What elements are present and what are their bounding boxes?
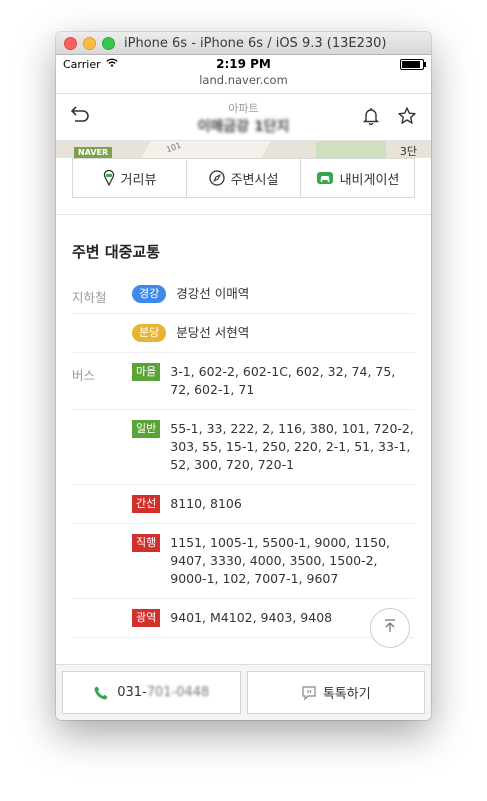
chat-icon [301,685,317,701]
bus-type-badge: 직행 [132,534,161,552]
transit-row-subway-1: 지하철 경강 경강선 이매역 [72,275,415,314]
phone-number-hidden: 701-0448 [146,685,210,700]
street-view-button[interactable]: 거리뷰 [73,159,187,197]
station-name: 경강선 이매역 [176,286,250,301]
line-badge: 경강 [132,285,167,303]
talk-button[interactable]: 톡톡하기 [246,671,425,714]
navigation-button[interactable]: 내비게이션 [301,159,414,197]
bus-routes: 8110, 8106 [170,496,242,511]
compass-icon [208,170,225,186]
transit-row-bus-2: 일반 55-1, 33, 222, 2, 116, 380, 101, 720-… [72,410,415,485]
section-divider [56,198,431,215]
minimize-window-button[interactable] [83,37,96,50]
app-header: 아파트 이매금강 1단지 [56,94,431,141]
simulator-window: iPhone 6s - iPhone 6s / iOS 9.3 (13E230)… [56,32,431,720]
bus-routes: 55-1, 33, 222, 2, 116, 380, 101, 720-2, … [170,421,414,472]
transit-row-subway-2: 분당 분당선 서현역 [72,314,415,353]
transit-list: 지하철 경강 경강선 이매역 분당 분당선 서현역 버스 마을 3-1, 602… [72,275,415,638]
street-view-icon [103,170,115,186]
line-badge: 분당 [132,324,167,342]
map-floor-label: 3단 [399,145,417,158]
battery-icon [400,59,426,70]
ios-status-bar: Carrier 2:19 PM [56,55,431,73]
bus-type-badge: 광역 [132,609,161,627]
window-titlebar: iPhone 6s - iPhone 6s / iOS 9.3 (13E230) [56,32,431,55]
status-time: 2:19 PM [216,57,271,71]
street-view-label: 거리뷰 [120,172,157,188]
bus-type-badge: 일반 [132,420,161,438]
bus-routes: 3-1, 602-2, 602-1C, 602, 32, 74, 75, 72,… [170,364,396,397]
transit-row-bus-4: 직행 1151, 1005-1, 5500-1, 9000, 1150, 940… [72,524,415,599]
bottom-action-bar: 031- 701-0448 톡톡하기 [56,664,431,720]
map-logo: NAVER [74,147,113,158]
bell-icon[interactable] [361,106,381,126]
subway-label: 지하철 [72,290,107,305]
section-title: 주변 대중교통 [72,243,161,261]
star-icon[interactable] [397,106,417,126]
nearby-facilities-button[interactable]: 주변시설 [187,159,301,197]
map-strip[interactable]: NAVER 101 3단 [56,141,431,158]
zoom-window-button[interactable] [102,37,115,50]
bus-type-badge: 간선 [132,495,161,513]
bus-routes: 1151, 1005-1, 5500-1, 9000, 1150, 9407, … [170,535,390,586]
arrow-up-icon [382,618,398,638]
station-name: 분당선 서현역 [176,325,250,340]
talk-label: 톡톡하기 [322,687,371,702]
window-title: iPhone 6s - iPhone 6s / iOS 9.3 (13E230) [124,36,387,51]
transit-row-bus-5: 광역 9401, M4102, 9403, 9408 [72,599,415,638]
close-window-button[interactable] [64,37,77,50]
bus-label: 버스 [72,368,96,383]
url-bar[interactable]: land.naver.com [56,73,431,94]
bus-routes: 9401, M4102, 9403, 9408 [170,610,333,625]
scroll-to-top-button[interactable] [370,608,410,648]
call-button[interactable]: 031- 701-0448 [62,671,241,714]
bus-type-badge: 마을 [132,363,161,381]
car-icon [316,170,334,186]
transit-row-bus-3: 간선 8110, 8106 [72,485,415,524]
nearby-facilities-label: 주변시설 [230,172,279,188]
phone-prefix: 031- [117,685,147,700]
navigation-label: 내비게이션 [339,172,400,188]
phone-icon [93,685,109,701]
transit-row-bus-1: 버스 마을 3-1, 602-2, 602-1C, 602, 32, 74, 7… [72,353,415,410]
map-action-buttons: 거리뷰 주변시설 내비게이션 [72,158,415,198]
